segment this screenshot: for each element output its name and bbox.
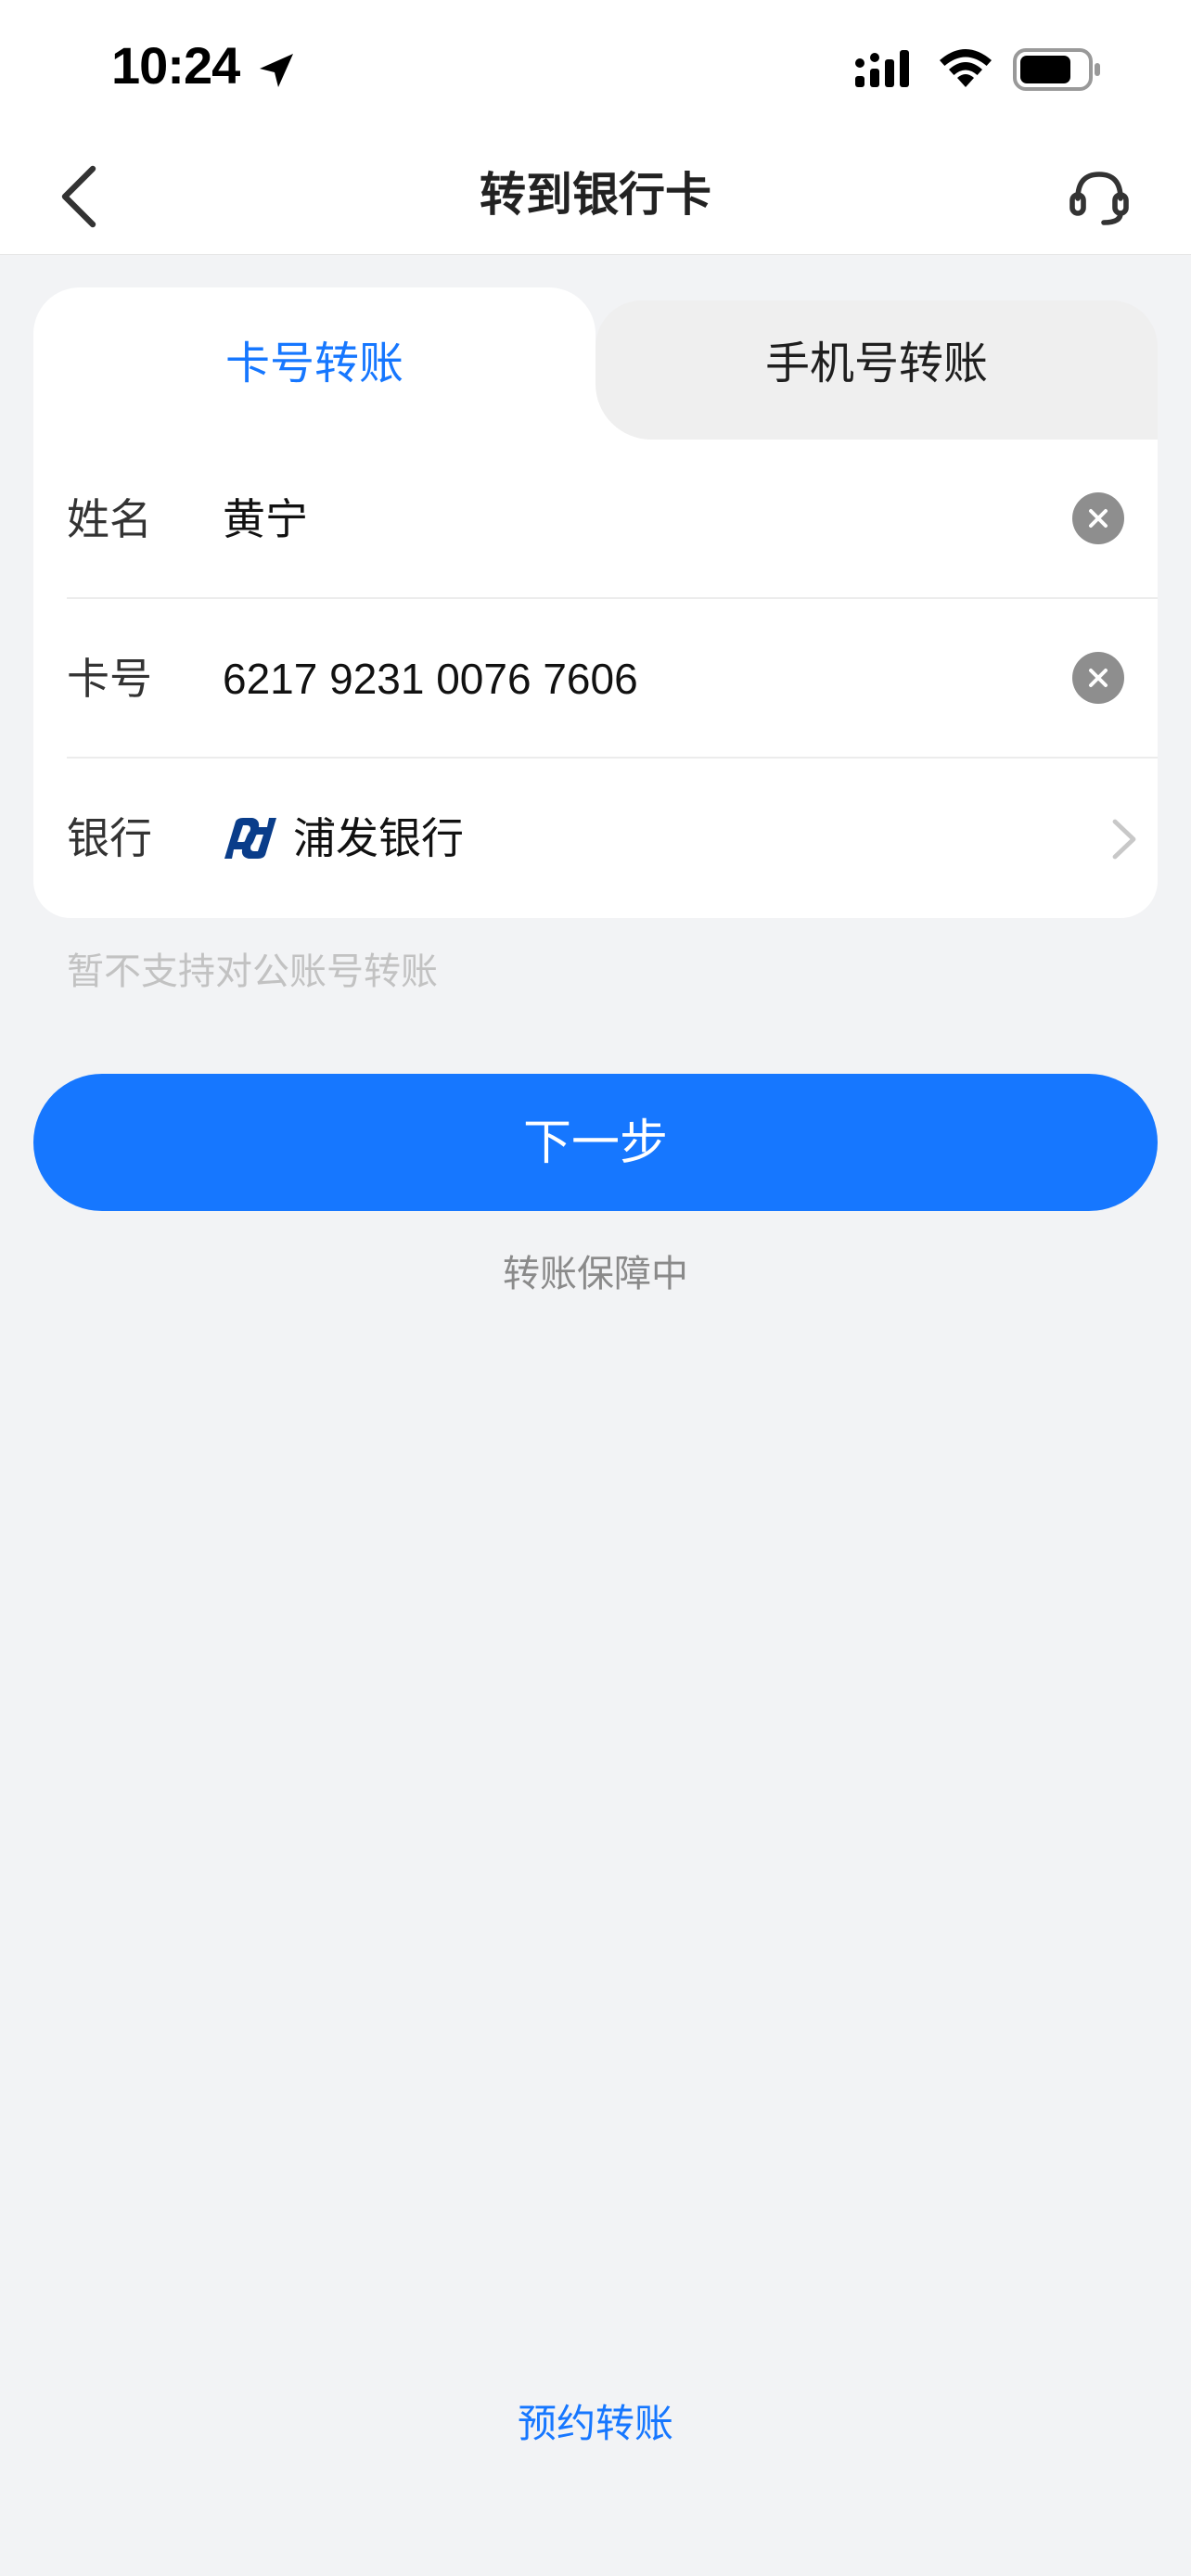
spdb-logo-icon: [224, 818, 276, 859]
cellular-signal-icon: [855, 50, 909, 87]
next-step-button[interactable]: 下一步: [33, 1074, 1158, 1211]
transfer-guarantee-text: 转账保障中: [503, 1253, 688, 1295]
card-number-input[interactable]: 6217 9231 0076 7606: [223, 651, 638, 707]
scheduled-transfer-link[interactable]: 预约转账: [0, 2396, 1191, 2452]
clear-icon: [1089, 509, 1108, 528]
nav-bar: 转到银行卡: [0, 139, 1191, 255]
clear-icon: [1089, 669, 1108, 687]
tab-card-number-transfer[interactable]: 卡号转账: [33, 334, 596, 393]
location-arrow-icon: [260, 54, 293, 87]
transfer-type-tabs: 卡号转账 手机号转账: [33, 287, 1158, 440]
corporate-account-hint: 暂不支持对公账号转账: [67, 950, 438, 993]
card-number-label: 卡号: [67, 654, 152, 704]
customer-service-headset-icon[interactable]: [1067, 161, 1132, 232]
bank-row[interactable]: 银行 浦发银行: [33, 759, 1158, 918]
card-number-row: 卡号 6217 9231 0076 7606: [33, 599, 1158, 759]
status-bar: 10:24: [0, 0, 1191, 139]
tab-phone-number-transfer[interactable]: 手机号转账: [596, 334, 1158, 393]
name-input[interactable]: 黄宁: [223, 491, 308, 547]
status-time: 10:24: [111, 36, 240, 95]
name-row: 姓名 黄宁: [33, 440, 1158, 599]
clear-card-number-button[interactable]: [1072, 652, 1124, 704]
name-label: 姓名: [67, 494, 152, 544]
page-title: 转到银行卡: [480, 168, 711, 222]
wifi-icon: [940, 49, 992, 87]
transfer-form-card: 姓名 黄宁 卡号 6217 9231 0076 7606 银行 浦发银行: [33, 440, 1158, 918]
bank-name: 浦发银行: [293, 813, 464, 863]
battery-icon: [1013, 48, 1100, 91]
chevron-right-icon: [1112, 819, 1136, 860]
bank-label: 银行: [67, 813, 152, 863]
clear-name-button[interactable]: [1072, 492, 1124, 544]
